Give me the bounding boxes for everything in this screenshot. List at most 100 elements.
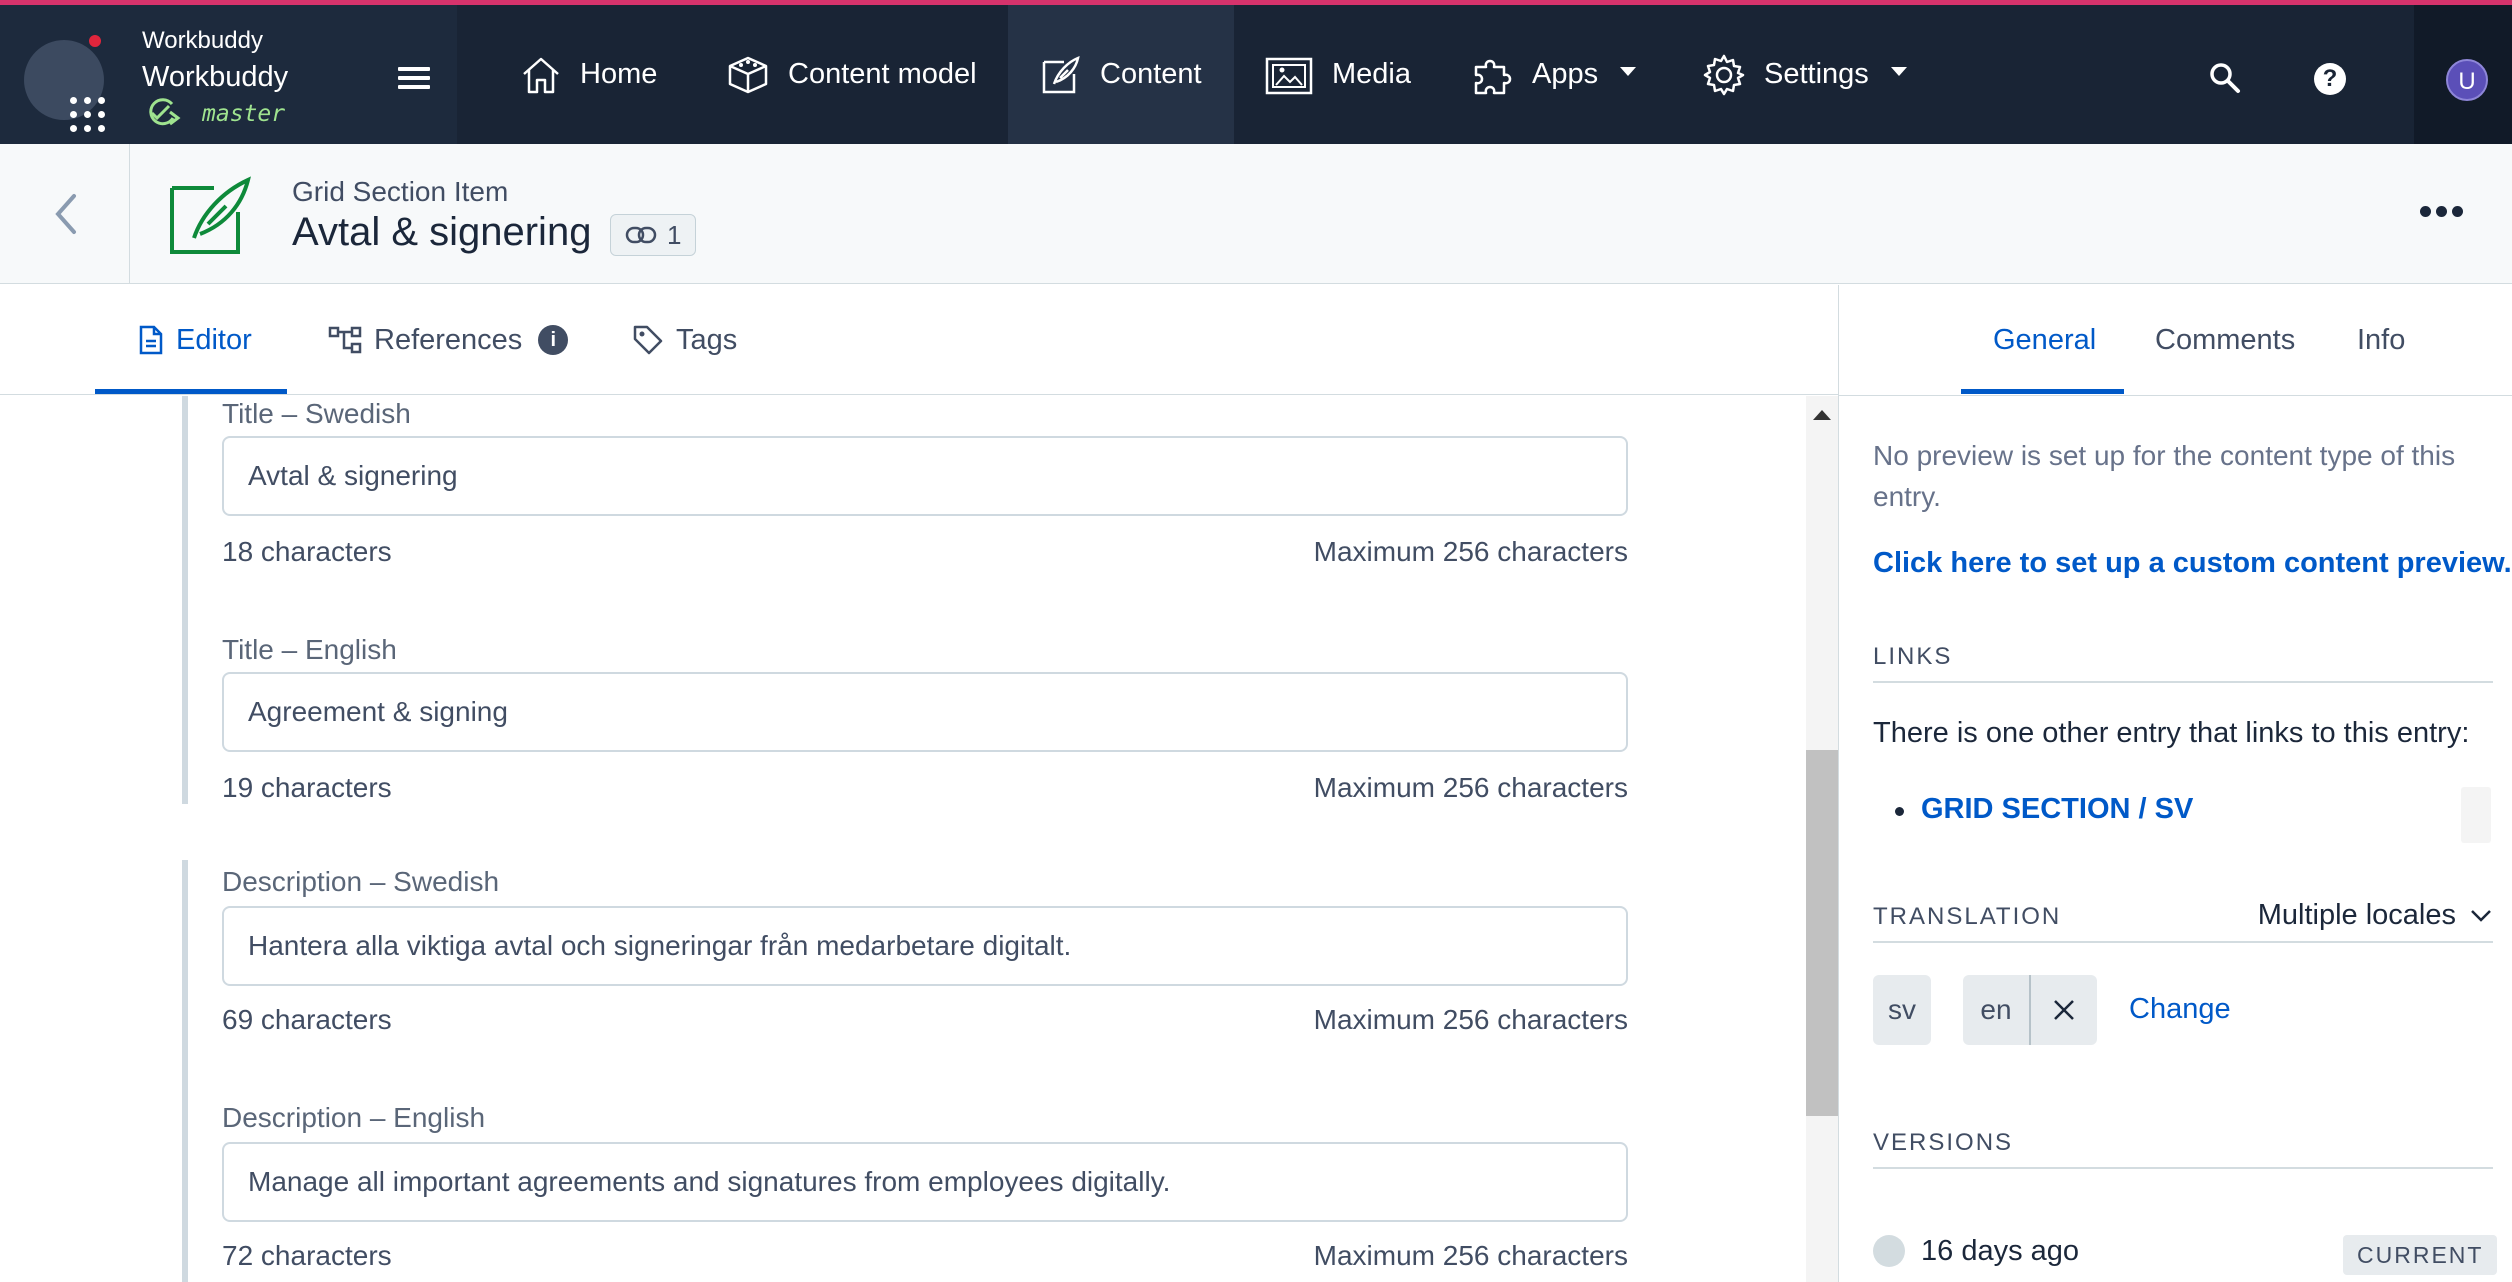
references-icon [328, 326, 362, 354]
space-switcher[interactable]: Workbuddy Workbuddy master [0, 5, 457, 144]
nav-media-label: Media [1332, 58, 1411, 90]
versions-heading: VERSIONS [1873, 1129, 2493, 1169]
chevron-down-icon [2471, 909, 2491, 922]
notification-dot [87, 33, 103, 49]
entry-type-icon [170, 176, 251, 254]
app-launcher-button[interactable] [24, 40, 105, 132]
field-label: Title – Swedish [222, 398, 411, 429]
current-version-badge: CURRENT [2343, 1235, 2498, 1275]
links-heading: LINKS [1873, 643, 2493, 683]
bullet [1895, 807, 1904, 816]
description-en-input[interactable]: Manage all important agreements and sign… [222, 1142, 1628, 1222]
character-limit: Maximum 256 characters [1313, 1240, 1628, 1271]
entry-sidebar: General Comments Info No preview is set … [1838, 285, 2512, 1282]
locale-tag-sv[interactable]: sv [1873, 975, 1931, 1045]
locale-mode-value: Multiple locales [2257, 899, 2456, 931]
scroll-up-icon[interactable] [1813, 410, 1831, 420]
apps-caret-icon [1620, 67, 1637, 76]
account-menu[interactable]: U [2414, 5, 2512, 144]
tag-icon [633, 325, 663, 355]
title-sv-field: Title – Swedish Avtal & signering 18 cha… [222, 396, 1628, 804]
tab-editor[interactable]: Editor [138, 285, 252, 395]
tab-tags[interactable]: Tags [632, 285, 737, 395]
tab-references-label: References [374, 323, 523, 356]
field-label: Description – Swedish [222, 866, 500, 897]
locale-tag-en[interactable]: en [1963, 975, 2029, 1045]
character-limit: Maximum 256 characters [1313, 772, 1628, 803]
character-limit: Maximum 256 characters [1313, 1004, 1628, 1035]
settings-caret-icon [1890, 67, 1907, 76]
tabs-divider [1839, 395, 2512, 396]
active-tab-indicator [95, 389, 287, 394]
linked-entry-link[interactable]: GRID SECTION / SV [1921, 793, 2193, 826]
entry-header: Grid Section Item Avtal & signering 1 [0, 144, 2512, 284]
active-tab-indicator [1961, 389, 2124, 394]
content-model-icon [728, 56, 768, 93]
editor-form: Title – Swedish Avtal & signering 18 cha… [0, 396, 1838, 1282]
version-status-dot [1873, 1235, 1905, 1267]
tab-references[interactable]: References i [328, 285, 569, 395]
incoming-links-badge[interactable]: 1 [610, 214, 697, 256]
grid-icon [70, 97, 106, 133]
character-limit: Maximum 256 characters [1313, 536, 1628, 567]
scrollbar-thumb[interactable] [1806, 750, 1838, 1116]
organization-name: Workbuddy [142, 27, 263, 54]
top-navigation: Workbuddy Workbuddy master Home Content … [0, 0, 2512, 144]
nav-content[interactable]: Content [1008, 5, 1234, 144]
nav-content-label: Content [1100, 58, 1202, 90]
back-button[interactable] [0, 144, 130, 284]
title-sv-input[interactable]: Avtal & signering [222, 436, 1628, 516]
content-type-name: Grid Section Item [292, 176, 509, 207]
setup-preview-link[interactable]: Click here to set up a custom content pr… [1873, 547, 2512, 580]
character-count: 72 characters [222, 1240, 392, 1271]
gear-icon [1703, 54, 1745, 95]
character-count: 19 characters [222, 772, 392, 803]
info-icon[interactable]: i [538, 325, 569, 355]
title-en-input[interactable]: Agreement & signing [222, 672, 1628, 752]
nav-home-label: Home [580, 58, 658, 90]
link-icon [625, 226, 657, 244]
change-locales-link[interactable]: Change [2129, 993, 2231, 1026]
character-count: 69 characters [222, 1004, 392, 1035]
version-timestamp: 16 days ago [1921, 1235, 2080, 1267]
nav-apps[interactable]: Apps [1470, 5, 1637, 144]
remove-locale-button[interactable] [2029, 975, 2097, 1045]
entry-title: Avtal & signering [292, 210, 592, 254]
help-icon[interactable]: ? [2314, 63, 2346, 95]
nav-content-model-label: Content model [788, 58, 977, 90]
links-description: There is one other entry that links to t… [1873, 717, 2470, 749]
media-icon [1265, 57, 1313, 94]
tab-editor-label: Editor [176, 323, 252, 356]
title-field-group: Title – Swedish Avtal & signering 18 cha… [182, 396, 1630, 804]
description-sv-input[interactable]: Hantera alla viktiga avtal och signering… [222, 906, 1628, 986]
chevron-left-icon [55, 194, 76, 234]
avatar[interactable]: U [2446, 59, 2488, 101]
home-icon [523, 57, 559, 93]
field-label: Description – English [222, 1102, 486, 1133]
environment-icon [149, 98, 181, 126]
tab-comments[interactable]: Comments [2155, 285, 2295, 395]
close-icon [2054, 1000, 2074, 1020]
nav-settings[interactable]: Settings [1702, 5, 1907, 144]
locale-mode-select[interactable]: Multiple locales [2258, 899, 2492, 932]
menu-icon[interactable] [398, 67, 430, 91]
field-label: Title – English [222, 634, 397, 665]
description-field-group: Description – Swedish Hantera alla vikti… [182, 860, 1630, 1282]
nav-apps-label: Apps [1532, 58, 1599, 90]
editor-tabs: Editor References i Tags [0, 285, 1838, 395]
links-scrollbar[interactable] [2461, 787, 2491, 843]
more-actions-icon[interactable] [2420, 206, 2468, 217]
tab-info[interactable]: Info [2357, 285, 2405, 395]
nav-content-model[interactable]: Content model [726, 5, 977, 144]
tab-general[interactable]: General [1993, 285, 2096, 395]
nav-media[interactable]: Media [1264, 5, 1411, 144]
nav-settings-label: Settings [1764, 58, 1869, 90]
search-icon[interactable] [2208, 61, 2242, 95]
description-fields: Description – Swedish Hantera alla vikti… [222, 860, 1628, 1282]
environment-name: master [202, 101, 286, 127]
character-count: 18 characters [222, 536, 392, 567]
incoming-links-count: 1 [667, 219, 682, 250]
preview-message: No preview is set up for the content typ… [1873, 440, 2456, 512]
content-icon [1042, 55, 1080, 93]
nav-home[interactable]: Home [520, 5, 657, 144]
